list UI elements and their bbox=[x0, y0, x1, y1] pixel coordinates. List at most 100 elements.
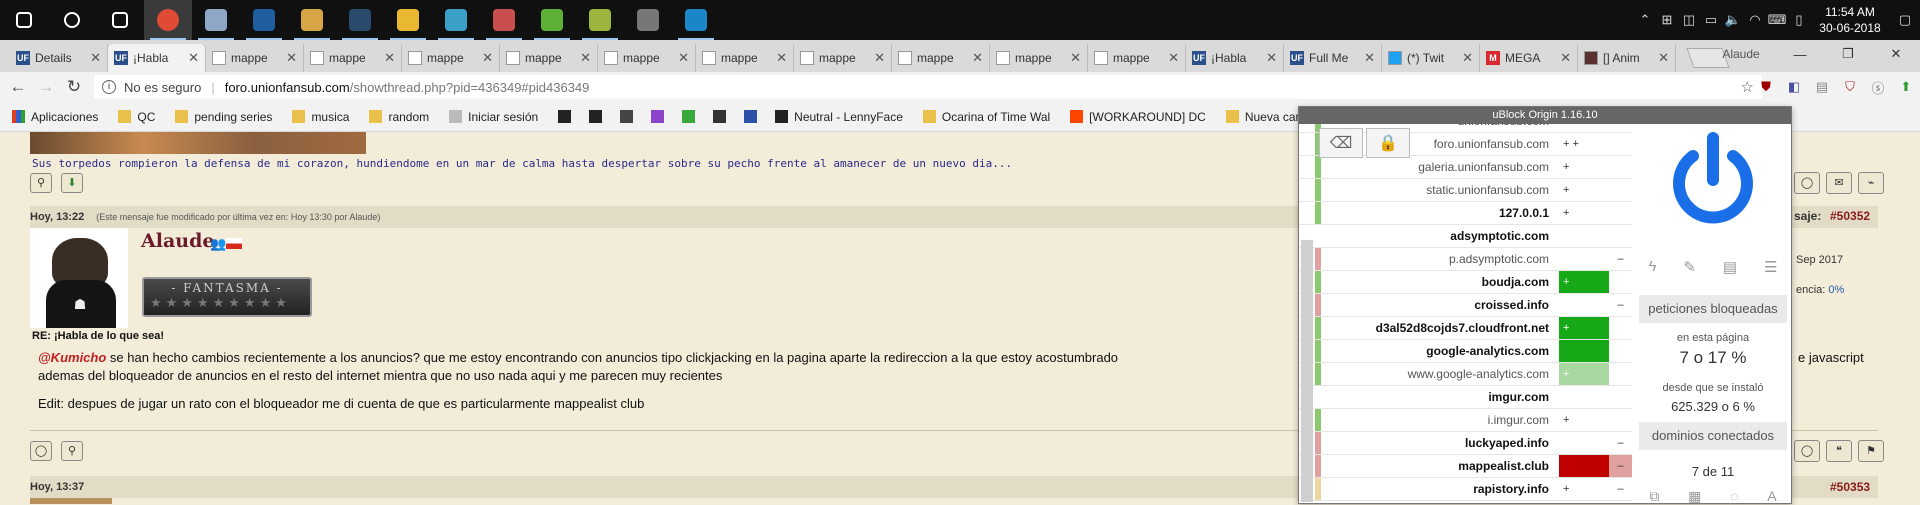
local-rule-cell[interactable]: – bbox=[1609, 455, 1632, 477]
bookmark-item[interactable]: Iniciar sesión bbox=[449, 110, 546, 124]
global-rule-cell[interactable]: + bbox=[1559, 317, 1609, 339]
local-rule-cell[interactable] bbox=[1609, 179, 1632, 201]
bookmark-item[interactable]: Aplicaciones bbox=[12, 110, 106, 124]
edit-icon[interactable]: ◯ bbox=[1794, 440, 1820, 462]
close-tab-icon[interactable]: ✕ bbox=[1070, 50, 1081, 66]
close-tab-icon[interactable]: ✕ bbox=[482, 50, 493, 66]
bookmark-item[interactable]: Ocarina of Time Wal bbox=[922, 110, 1058, 124]
global-rule-cell[interactable] bbox=[1559, 294, 1609, 316]
global-rule-cell[interactable] bbox=[1559, 455, 1609, 477]
close-tab-icon[interactable]: ✕ bbox=[1658, 50, 1669, 66]
ublock-domain-row[interactable]: boudja.com + bbox=[1299, 271, 1632, 294]
browser-tab[interactable]: mappe ✕ bbox=[206, 44, 304, 72]
windows-start-icon[interactable] bbox=[0, 0, 48, 40]
browser-tab[interactable]: (*) Twit ✕ bbox=[1382, 44, 1480, 72]
ublock-domain-row[interactable]: luckyaped.info – bbox=[1299, 432, 1632, 455]
restore-icon[interactable]: ❐ bbox=[1824, 46, 1872, 62]
no-media-icon[interactable]: ▦ bbox=[1688, 488, 1701, 505]
notifications-icon[interactable]: ▢ bbox=[1890, 12, 1920, 28]
local-rule-cell[interactable]: – bbox=[1609, 294, 1632, 316]
app-icon[interactable] bbox=[240, 0, 288, 40]
back-icon[interactable]: ← bbox=[4, 77, 32, 97]
ublock-icon[interactable]: ⛊ bbox=[1752, 79, 1780, 95]
bookmark-item[interactable] bbox=[651, 110, 670, 123]
app-icon[interactable] bbox=[432, 0, 480, 40]
bookmark-item[interactable] bbox=[682, 110, 701, 123]
info-icon[interactable]: i bbox=[102, 80, 116, 94]
scrollbar[interactable] bbox=[1301, 240, 1313, 502]
app-icon[interactable] bbox=[672, 0, 720, 40]
mention[interactable]: @Kumicho bbox=[38, 350, 106, 365]
steam-icon[interactable] bbox=[336, 0, 384, 40]
browser-tab[interactable]: mappe ✕ bbox=[500, 44, 598, 72]
ublock-domain-row[interactable]: d3al52d8cojds7.cloudfront.net + bbox=[1299, 317, 1632, 340]
monitor-icon[interactable]: ▯ bbox=[1788, 12, 1810, 28]
ublock-domain-row[interactable]: croissed.info – bbox=[1299, 294, 1632, 317]
bookmark-item[interactable] bbox=[558, 110, 577, 123]
browser-tab[interactable]: mappe ✕ bbox=[1088, 44, 1186, 72]
ublock-domain-row[interactable]: rapistory.info + – bbox=[1299, 478, 1632, 501]
post-number-link[interactable]: #50353 bbox=[1830, 480, 1870, 494]
eyedropper-icon[interactable]: ✎ bbox=[1683, 258, 1696, 276]
close-tab-icon[interactable]: ✕ bbox=[580, 50, 591, 66]
ublock-domain-row[interactable]: p.adsymptotic.com – bbox=[1299, 248, 1632, 271]
extension-icon[interactable]: ⛉ bbox=[1836, 79, 1864, 95]
website-icon[interactable]: ⌁ bbox=[1858, 172, 1884, 194]
lightning-icon[interactable]: ϟ bbox=[1648, 258, 1656, 276]
address-bar[interactable]: i No es seguro | foro.unionfansub.com/sh… bbox=[94, 75, 1762, 99]
browser-tab[interactable]: mappe ✕ bbox=[990, 44, 1088, 72]
minimize-icon[interactable]: — bbox=[1776, 47, 1824, 62]
bookmark-item[interactable]: random bbox=[369, 110, 437, 124]
local-rule-cell[interactable] bbox=[1609, 225, 1632, 247]
ublock-domain-row[interactable]: galeria.unionfansub.com + bbox=[1299, 156, 1632, 179]
pm-icon[interactable]: ◯ bbox=[1794, 172, 1820, 194]
browser-tab[interactable]: UF Details ✕ bbox=[10, 44, 108, 72]
global-rule-cell[interactable] bbox=[1559, 340, 1609, 362]
ublock-domain-row[interactable]: mappealist.club – bbox=[1299, 455, 1632, 478]
global-rule-cell[interactable]: + bbox=[1559, 363, 1609, 385]
power-icon[interactable]: ▭ bbox=[1700, 12, 1722, 28]
extension-icon[interactable]: ◧ bbox=[1780, 79, 1808, 95]
browser-tab[interactable]: M MEGA ✕ bbox=[1480, 44, 1578, 72]
post-number-link[interactable]: #50352 bbox=[1830, 209, 1870, 223]
username[interactable]: Alaude bbox=[141, 230, 214, 252]
local-rule-cell[interactable]: – bbox=[1609, 478, 1632, 500]
local-rule-cell[interactable] bbox=[1609, 386, 1632, 408]
browser-tab[interactable]: mappe ✕ bbox=[892, 44, 990, 72]
local-rule-cell[interactable] bbox=[1609, 271, 1632, 293]
bookmark-item[interactable] bbox=[589, 110, 608, 123]
global-rule-cell[interactable] bbox=[1559, 225, 1609, 247]
global-rule-cell[interactable] bbox=[1559, 248, 1609, 270]
local-rule-cell[interactable] bbox=[1609, 363, 1632, 385]
global-rule-cell[interactable]: + bbox=[1559, 202, 1609, 224]
volume-icon[interactable]: 🔈 bbox=[1722, 12, 1744, 28]
no-cosmetic-icon[interactable]: ◌ bbox=[1730, 488, 1738, 505]
quote-icon[interactable]: ❝ bbox=[1826, 440, 1852, 462]
global-rule-cell[interactable]: + bbox=[1559, 179, 1609, 201]
browser-tab[interactable]: mappe ✕ bbox=[402, 44, 500, 72]
extension-icon[interactable]: ▤ bbox=[1808, 79, 1836, 95]
logger-icon[interactable]: ▤ bbox=[1723, 258, 1737, 276]
browser-tab[interactable]: UF ¡Habla ✕ bbox=[108, 44, 206, 72]
find-posts-icon[interactable]: ⚲ bbox=[30, 173, 52, 193]
close-tab-icon[interactable]: ✕ bbox=[972, 50, 983, 66]
bookmark-item[interactable]: pending series bbox=[175, 110, 280, 124]
ublock-domain-row[interactable]: www.google-analytics.com + bbox=[1299, 363, 1632, 386]
ublock-domain-row[interactable]: imgur.com bbox=[1299, 386, 1632, 409]
explorer-icon[interactable] bbox=[384, 0, 432, 40]
local-rule-cell[interactable] bbox=[1609, 133, 1632, 155]
task-view-icon[interactable] bbox=[96, 0, 144, 40]
browser-tab[interactable]: mappe ✕ bbox=[598, 44, 696, 72]
profile-icon[interactable]: ⬇ bbox=[61, 173, 83, 193]
eraser-icon[interactable]: ⌫ bbox=[1319, 128, 1363, 158]
app-icon[interactable] bbox=[576, 0, 624, 40]
no-popups-icon[interactable]: ⧉ bbox=[1649, 488, 1659, 505]
local-rule-cell[interactable] bbox=[1609, 340, 1632, 362]
close-tab-icon[interactable]: ✕ bbox=[1462, 50, 1473, 66]
global-rule-cell[interactable]: + bbox=[1559, 156, 1609, 178]
extension-icon[interactable]: ⓢ bbox=[1864, 78, 1892, 97]
global-rule-cell[interactable]: + bbox=[1559, 271, 1609, 293]
close-tab-icon[interactable]: ✕ bbox=[384, 50, 395, 66]
close-tab-icon[interactable]: ✕ bbox=[1168, 50, 1179, 66]
clock[interactable]: 11:54 AM 30-06-2018 bbox=[1810, 4, 1890, 36]
